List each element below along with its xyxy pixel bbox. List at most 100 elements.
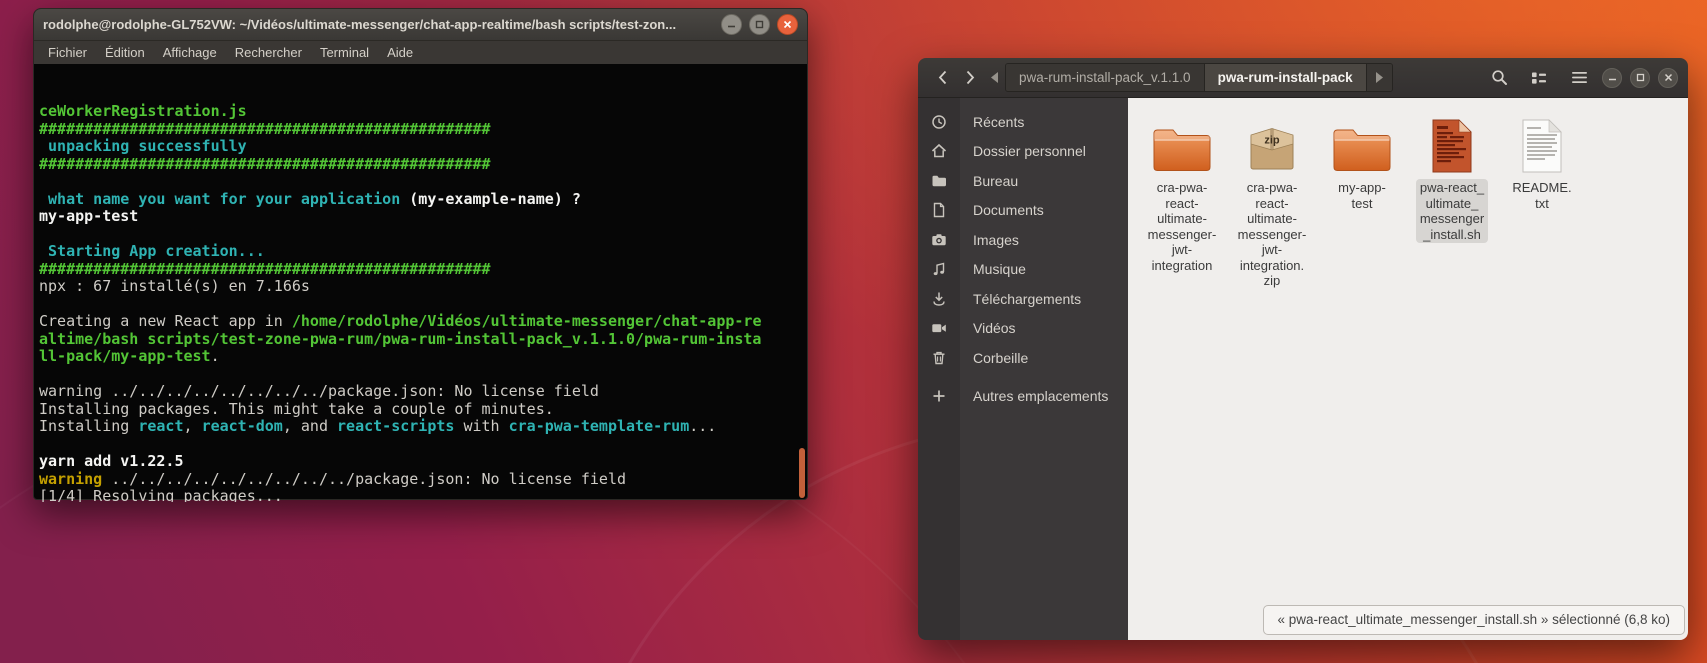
back-icon[interactable] xyxy=(928,65,956,91)
menu-edition[interactable]: Édition xyxy=(96,45,154,60)
minimize-button[interactable] xyxy=(721,14,742,35)
breadcrumb-parent[interactable]: pwa-rum-install-pack_v.1.1.0 xyxy=(1006,64,1204,91)
forward-icon[interactable] xyxy=(956,65,984,91)
file-manager-body: Récents Dossier personnel BureauDocuments I… xyxy=(918,98,1688,640)
sidebar-item-videos[interactable]: Vidéos xyxy=(918,314,1128,344)
path-scroll-left-icon[interactable] xyxy=(984,72,1005,83)
menu-icon[interactable] xyxy=(1564,64,1594,92)
clock-icon xyxy=(918,114,960,130)
music-icon xyxy=(918,261,960,277)
terminal-text-segment: ceWorkerRegistration.js xyxy=(39,102,247,120)
status-bar: « pwa-react_ultimate_messenger_install.s… xyxy=(1263,605,1685,635)
close-button[interactable] xyxy=(777,14,798,35)
video-icon xyxy=(918,320,960,336)
folder-large-icon xyxy=(1331,108,1393,174)
sidebar-item-recents[interactable]: Récents xyxy=(918,107,1128,137)
terminal-text-segment: Installing xyxy=(39,417,138,435)
terminal-text-segment: (my-example-name) ? xyxy=(409,190,581,208)
terminal-line xyxy=(39,173,807,191)
terminal-titlebar[interactable]: rodolphe@rodolphe-GL752VW: ~/Vidéos/ulti… xyxy=(34,9,807,41)
terminal-text-segment: Creating a new React app in xyxy=(39,312,292,330)
terminal-scrollbar-thumb[interactable] xyxy=(799,448,805,498)
terminal-line xyxy=(39,296,807,314)
folder-icon xyxy=(918,173,960,189)
sidebar-item-label: Dossier personnel xyxy=(960,143,1086,159)
sidebar-item-label: Autres emplacements xyxy=(960,388,1108,404)
terminal-text-segment: react-scripts xyxy=(337,417,454,435)
header-actions xyxy=(1474,64,1678,92)
desktop: rodolphe@rodolphe-GL752VW: ~/Vidéos/ulti… xyxy=(0,0,1707,663)
terminal-line: Creating a new React app in /home/rodolp… xyxy=(39,313,807,331)
sidebar-item-images[interactable]: Images xyxy=(918,225,1128,255)
terminal-title: rodolphe@rodolphe-GL752VW: ~/Vidéos/ulti… xyxy=(43,17,714,32)
terminal-text-segment: ../../../../../../../../../package.json:… xyxy=(102,470,626,488)
sidebar-item-documents[interactable]: Documents xyxy=(918,196,1128,226)
close-button[interactable] xyxy=(1658,68,1678,88)
terminal-line: ########################################… xyxy=(39,121,807,139)
maximize-button[interactable] xyxy=(1630,68,1650,88)
terminal-text-segment: unpacking successfully xyxy=(39,137,247,155)
terminal-text-segment: yarn add v1.22.5 xyxy=(39,452,184,470)
sidebar-item-downloads[interactable]: Téléchargements xyxy=(918,284,1128,314)
terminal-line: what name you want for your application … xyxy=(39,191,807,209)
terminal-line: unpacking successfully xyxy=(39,138,807,156)
terminal-line: Installing react, react-dom, and react-s… xyxy=(39,418,807,436)
terminal-text-segment: npx : 67 installé(s) en 7.166s xyxy=(39,277,310,295)
file-item-pwa-react-ultimate-messenger-install-sh[interactable]: pwa-react_ ultimate_ messenger _install.… xyxy=(1410,108,1494,243)
sidebar-item-other-locations[interactable]: Autres emplacements xyxy=(918,382,1128,412)
text-large-icon xyxy=(1520,108,1564,174)
home-icon xyxy=(918,143,960,159)
minimize-button[interactable] xyxy=(1602,68,1622,88)
terminal-line: ########################################… xyxy=(39,156,807,174)
sidebar: Récents Dossier personnel BureauDocuments I… xyxy=(918,98,1128,640)
file-label: cra-pwa- react- ultimate- messenger- jwt… xyxy=(1234,179,1311,290)
terminal-text-segment: ########################################… xyxy=(39,260,491,278)
view-grid-icon[interactable] xyxy=(1524,64,1554,92)
terminal-text-segment: what name you want for your application xyxy=(39,190,409,208)
menu-aide[interactable]: Aide xyxy=(378,45,422,60)
search-icon[interactable] xyxy=(1484,64,1514,92)
trash-icon xyxy=(918,350,960,366)
terminal-text-segment: Installing packages. This might take a c… xyxy=(39,400,554,418)
maximize-button[interactable] xyxy=(749,14,770,35)
terminal-text-segment: my-app-test xyxy=(39,207,138,225)
file-label: pwa-react_ ultimate_ messenger _install.… xyxy=(1416,179,1488,243)
sidebar-item-music[interactable]: Musique xyxy=(918,255,1128,285)
sidebar-item-home[interactable]: Dossier personnel xyxy=(918,137,1128,167)
terminal-line: ceWorkerRegistration.js xyxy=(39,103,807,121)
file-manager-window: pwa-rum-install-pack_v.1.1.0 pwa-rum-ins… xyxy=(918,58,1688,640)
terminal-text-segment: ... xyxy=(689,417,716,435)
terminal-text-segment: ########################################… xyxy=(39,120,491,138)
file-item-my-app-test[interactable]: my-app- test xyxy=(1320,108,1404,212)
terminal-text-segment: [1/4] Resolving packages... xyxy=(39,487,283,502)
terminal-text-segment: react xyxy=(138,417,183,435)
menu-affichage[interactable]: Affichage xyxy=(154,45,226,60)
sidebar-item-label: Images xyxy=(960,232,1019,248)
breadcrumb-current[interactable]: pwa-rum-install-pack xyxy=(1204,64,1366,91)
sidebar-item-trash[interactable]: Corbeille xyxy=(918,343,1128,373)
file-grid[interactable]: cra-pwa- react- ultimate- messenger- jwt… xyxy=(1128,98,1688,640)
terminal-line: npx : 67 installé(s) en 7.166s xyxy=(39,278,807,296)
terminal-text-segment: with xyxy=(454,417,508,435)
file-manager-headerbar[interactable]: pwa-rum-install-pack_v.1.1.0 pwa-rum-ins… xyxy=(918,58,1688,98)
sidebar-item-label: Vidéos xyxy=(960,320,1016,336)
terminal-text-segment: , and xyxy=(283,417,337,435)
folder-large-icon xyxy=(1151,108,1213,174)
terminal-line: altime/bash scripts/test-zone-pwa-rum/pw… xyxy=(39,331,807,349)
file-item-cra-pwa-react-ultimate-messenger-jwt-integration-zip[interactable]: zipcra-pwa- react- ultimate- messenger- … xyxy=(1230,108,1314,290)
terminal-text-segment: ll-pack/my-app-test xyxy=(39,347,211,365)
sidebar-item-label: Musique xyxy=(960,261,1026,277)
file-label: my-app- test xyxy=(1334,179,1390,212)
file-item-readme-txt[interactable]: README. txt xyxy=(1500,108,1584,212)
terminal-text-segment: /home/rodolphe/Vidéos/ultimate-messenger… xyxy=(292,312,762,330)
path-scroll-right-icon[interactable] xyxy=(1366,64,1392,91)
terminal-line: my-app-test xyxy=(39,208,807,226)
file-item-cra-pwa-react-ultimate-messenger-jwt-integration[interactable]: cra-pwa- react- ultimate- messenger- jwt… xyxy=(1140,108,1224,274)
menu-terminal[interactable]: Terminal xyxy=(311,45,378,60)
menu-fichier[interactable]: Fichier xyxy=(39,45,96,60)
menu-rechercher[interactable]: Rechercher xyxy=(226,45,311,60)
terminal-output[interactable]: ceWorkerRegistration.js#################… xyxy=(34,64,807,502)
terminal-line: Starting App creation... xyxy=(39,243,807,261)
plus-icon xyxy=(918,388,960,404)
sidebar-item-desktop[interactable]: Bureau xyxy=(918,166,1128,196)
